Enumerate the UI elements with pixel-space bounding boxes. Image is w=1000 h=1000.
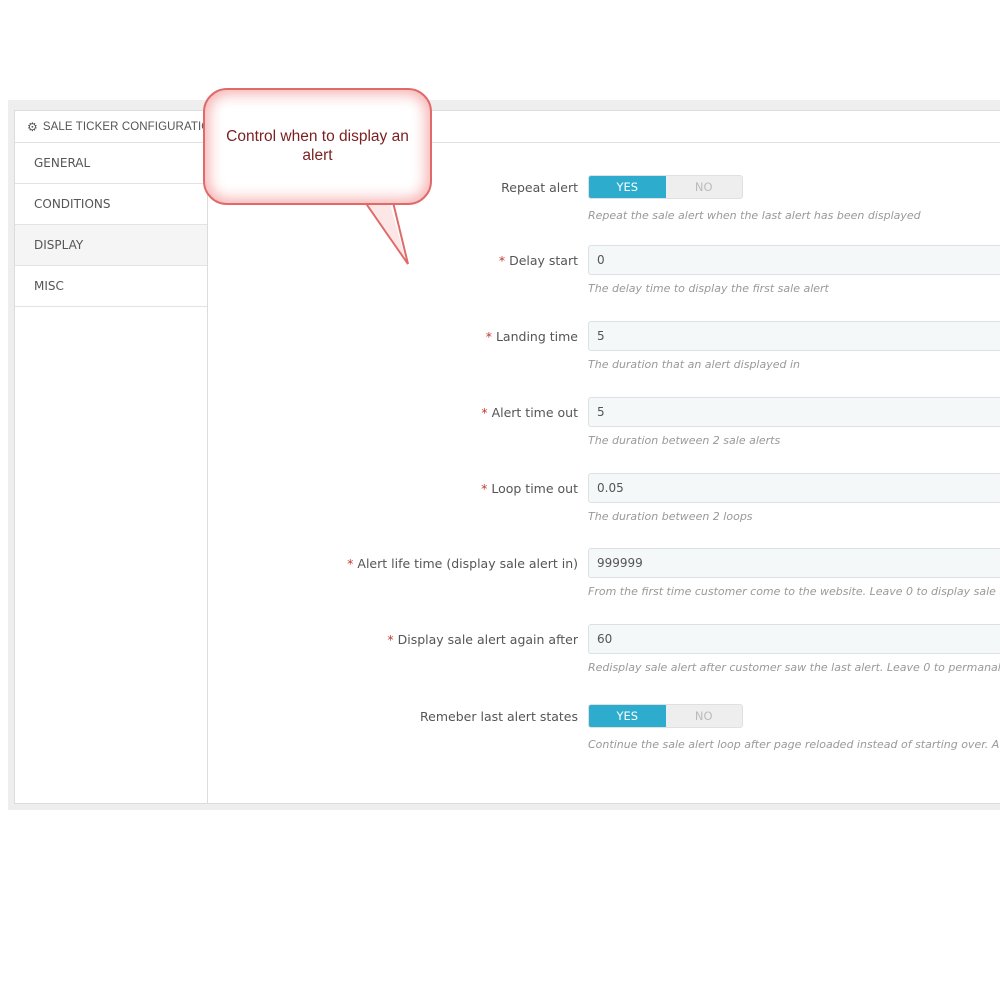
tab-display[interactable]: DISPLAY [15, 225, 207, 266]
repeat-alert-no[interactable]: NO [666, 176, 743, 198]
delay-start-input[interactable] [588, 245, 1000, 275]
gear-icon: ⚙ [27, 120, 38, 134]
alert-life-time-help: From the first time customer come to the… [588, 585, 1000, 598]
callout-tail [365, 202, 409, 265]
required-marker: * [481, 404, 488, 420]
landing-time-input[interactable] [588, 321, 1000, 351]
tab-label: MISC [34, 279, 64, 293]
delay-start-label: * Delay start [498, 252, 578, 268]
tab-label: GENERAL [34, 156, 91, 170]
alert-life-time-input[interactable] [588, 548, 1000, 578]
remember-states-yes[interactable]: YES [589, 705, 666, 727]
repeat-alert-help: Repeat the sale alert when the last aler… [588, 209, 921, 222]
panel-title: ⚙ SALE TICKER CONFIGURATION [27, 120, 219, 134]
required-marker: * [387, 631, 394, 647]
repeat-alert-yes[interactable]: YES [589, 176, 666, 198]
repeat-alert-switch[interactable]: YES NO [588, 175, 743, 199]
tab-misc[interactable]: MISC [15, 266, 207, 307]
alert-time-out-input[interactable] [588, 397, 1000, 427]
required-marker: * [485, 328, 492, 344]
loop-time-out-help: The duration between 2 loops [588, 510, 753, 523]
loop-time-out-input[interactable] [588, 473, 1000, 503]
alert-time-out-label: * Alert time out [481, 404, 578, 420]
callout-text: Control when to display an alert [226, 128, 409, 164]
display-again-label: * Display sale alert again after [387, 631, 578, 647]
panel-title-text: SALE TICKER CONFIGURATION [42, 121, 219, 133]
sidebar-tabs: GENERAL CONDITIONS DISPLAY MISC [15, 143, 208, 804]
repeat-alert-label: Repeat alert [501, 179, 578, 195]
landing-time-label: * Landing time [485, 328, 578, 344]
alert-time-out-help: The duration between 2 sale alerts [588, 434, 781, 447]
display-again-input[interactable] [588, 624, 1000, 654]
tab-general[interactable]: GENERAL [15, 143, 207, 184]
alert-life-time-label: * Alert life time (display sale alert in) [347, 555, 578, 571]
landing-time-help: The duration that an alert displayed in [588, 358, 801, 371]
delay-start-help: The delay time to display the first sale… [588, 282, 829, 295]
display-again-help: Redisplay sale alert after customer saw … [588, 661, 1000, 674]
tab-label: CONDITIONS [34, 197, 111, 211]
required-marker: * [347, 555, 354, 571]
tab-label: DISPLAY [34, 238, 84, 252]
remember-states-help: Continue the sale alert loop after page … [588, 738, 1000, 751]
required-marker: * [498, 252, 506, 268]
required-marker: * [481, 480, 488, 496]
panel-header: ⚙ SALE TICKER CONFIGURATION [15, 111, 1000, 143]
remember-states-no[interactable]: NO [666, 705, 743, 727]
tab-conditions[interactable]: CONDITIONS [15, 184, 207, 225]
loop-time-out-label: * Loop time out [481, 480, 578, 496]
callout-bubble: Control when to display an alert [203, 88, 432, 205]
remember-states-label: Remeber last alert states [420, 708, 578, 724]
remember-states-switch[interactable]: YES NO [588, 704, 743, 728]
